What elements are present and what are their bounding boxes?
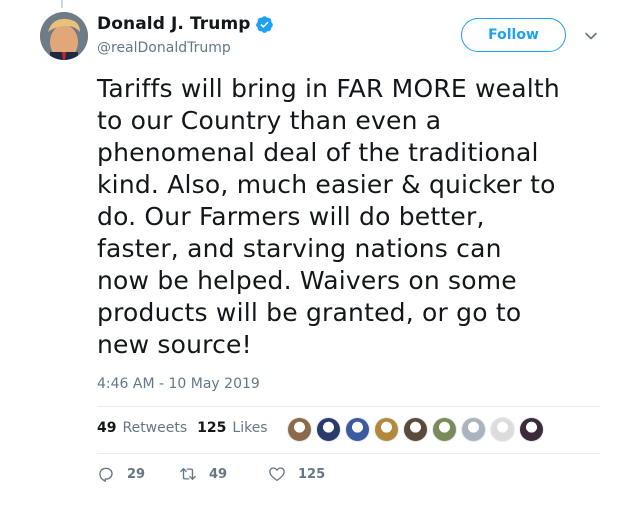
liker-avatar[interactable]	[287, 417, 312, 442]
verified-icon	[255, 15, 273, 33]
thread-line	[61, 0, 63, 8]
like-count: 125	[298, 466, 326, 482]
retweet-icon	[180, 468, 196, 480]
liker-avatar[interactable]	[316, 417, 341, 442]
retweet-count: 49	[209, 466, 228, 482]
liker-avatar[interactable]	[374, 417, 399, 442]
divider	[97, 406, 600, 407]
follow-button[interactable]: Follow	[461, 18, 566, 52]
liker-avatar[interactable]	[519, 417, 544, 442]
author-name[interactable]: Donald J. Trump	[97, 14, 251, 34]
tweet-text: Tariffs will bring in FAR MORE wealth to…	[97, 74, 560, 359]
liker-avatar[interactable]	[432, 417, 457, 442]
reply-button[interactable]: 29	[97, 465, 179, 483]
liker-avatar[interactable]	[403, 417, 428, 442]
retweets-label[interactable]: Retweets	[122, 420, 187, 436]
retweets-count[interactable]: 49	[97, 420, 116, 436]
liker-avatar[interactable]	[461, 417, 486, 442]
likes-count[interactable]: 125	[197, 420, 226, 436]
retweet-button[interactable]: 49	[179, 465, 268, 483]
heart-icon	[269, 467, 285, 482]
tweet-timestamp[interactable]: 4:46 AM - 10 May 2019	[97, 376, 260, 392]
divider	[97, 453, 600, 454]
reply-count: 29	[127, 466, 146, 482]
chevron-down-icon[interactable]	[584, 29, 598, 43]
avatar-image	[40, 12, 88, 60]
reply-icon	[99, 467, 113, 482]
engagement-stats: 49 Retweets 125 Likes	[97, 420, 268, 436]
liker-avatar[interactable]	[490, 417, 515, 442]
likes-label[interactable]: Likes	[232, 420, 267, 436]
liker-avatar[interactable]	[345, 417, 370, 442]
tweet-actions: 29 49 125	[97, 465, 325, 483]
liker-avatars	[287, 417, 548, 442]
like-button[interactable]: 125	[268, 465, 325, 483]
author-handle[interactable]: @realDonaldTrump	[97, 40, 274, 56]
avatar[interactable]	[40, 12, 88, 60]
